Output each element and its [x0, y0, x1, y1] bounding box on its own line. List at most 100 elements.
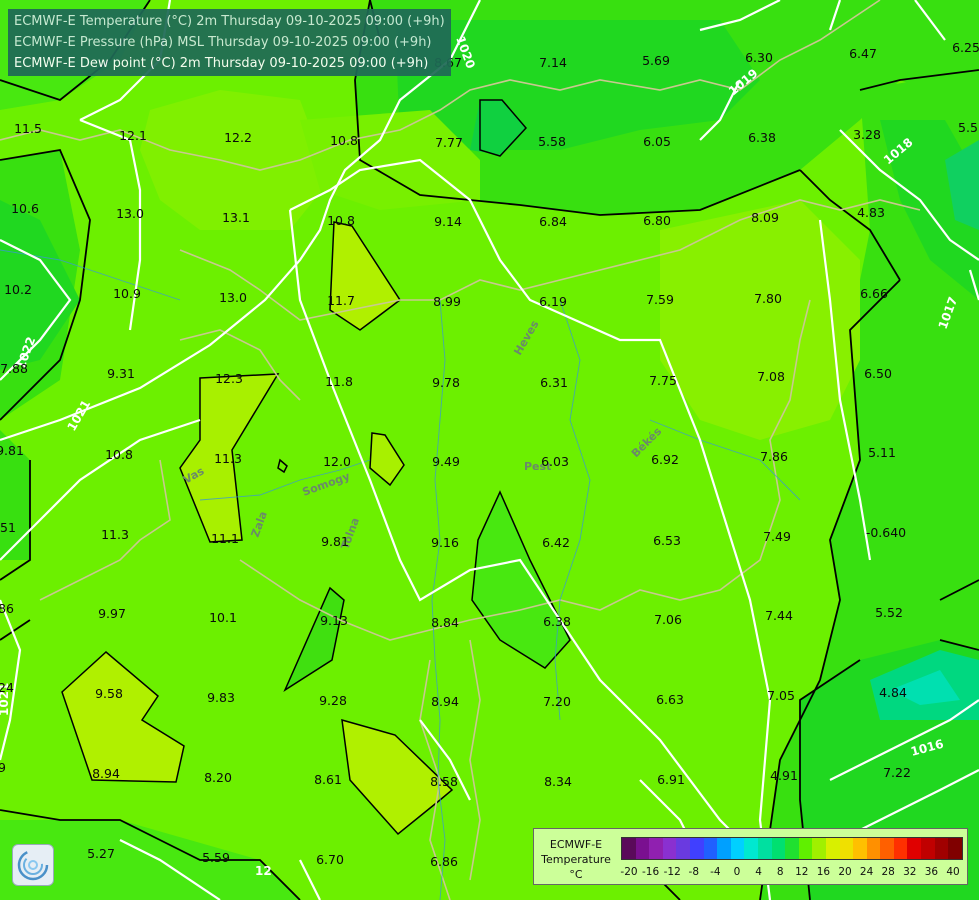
legend-tick-label: 28 [881, 866, 895, 878]
legend-tick-label: -12 [663, 866, 681, 878]
temperature-value: 11.8 [325, 374, 353, 389]
temperature-value: 86 [0, 601, 14, 616]
temperature-value: 10.2 [4, 282, 32, 297]
temperature-value: 8.61 [314, 772, 342, 787]
temperature-value: 10.8 [327, 213, 355, 228]
temperature-value: 6.38 [748, 130, 776, 145]
legend-tick-label: 40 [946, 866, 960, 878]
temperature-value: 6.19 [539, 294, 567, 309]
temperature-value: 11.7 [327, 293, 355, 308]
legend-tick-label: 32 [903, 866, 917, 878]
temperature-value: 8.84 [431, 615, 459, 630]
temperature-value: 7.08 [757, 369, 785, 384]
temperature-value: 6.70 [316, 852, 344, 867]
legend-tick-label: 24 [859, 866, 874, 878]
temperature-value: 9.14 [434, 214, 462, 229]
temperature-value: 7.59 [646, 292, 674, 307]
legend-color-swatch [785, 838, 799, 859]
legend-tick-label: -20 [620, 866, 638, 878]
legend-color-swatch [812, 838, 826, 859]
temperature-value: 6.31 [540, 375, 568, 390]
temperature-value: 8.58 [430, 774, 458, 789]
legend-tick-label: 12 [795, 866, 809, 878]
legend-color-swatch [703, 838, 718, 859]
temperature-value: 12.3 [215, 371, 243, 386]
ecmwf-logo [12, 844, 54, 886]
legend-tick-label: -16 [642, 866, 660, 878]
temperature-value: 7.86 [760, 449, 788, 464]
legend-tick-label: -8 [688, 866, 700, 878]
temperature-value: 7.49 [763, 529, 791, 544]
temperature-value: 3.28 [853, 127, 881, 142]
temperature-value: 5.69 [642, 53, 670, 68]
temperature-value: 10.8 [105, 447, 133, 462]
temperature-value: 51 [0, 520, 16, 535]
legend-color-swatch [893, 838, 908, 859]
legend-tick-label: 20 [838, 866, 852, 878]
temperature-value: 7.06 [654, 612, 682, 627]
legend-color-swatch [825, 838, 840, 859]
map-title-box: ECMWF-E Temperature (°C) 2m Thursday 09-… [8, 9, 451, 76]
temperature-value: 6.66 [860, 286, 888, 301]
temperature-value: 6.63 [656, 692, 684, 707]
legend-color-swatch [907, 838, 922, 859]
legend-tick-label: 0 [733, 866, 741, 878]
temperature-value: 7.77 [435, 135, 463, 150]
temperature-value: 12.0 [323, 454, 351, 469]
temperature-value: 5.5 [958, 120, 978, 135]
temperature-value: 9.28 [319, 693, 347, 708]
temperature-value: 9.31 [107, 366, 135, 381]
temperature-legend: ECMWF-E Temperature °C -20 -16 -12 -8 -4 0 4 8 1… [533, 828, 968, 885]
temperature-value: 11.5 [14, 121, 42, 136]
temperature-value: 11.1 [211, 531, 239, 546]
legend-color-swatch [866, 838, 881, 859]
temperature-value: 8.34 [544, 774, 572, 789]
legend-color-swatch [717, 838, 731, 859]
temperature-value: 12.1 [119, 128, 147, 143]
temperature-value: 8.94 [92, 766, 120, 781]
temperature-value: 9 [0, 760, 6, 775]
legend-color-swatch [757, 838, 772, 859]
legend-color-swatch [798, 838, 813, 859]
temperature-value: 6.05 [643, 134, 671, 149]
legend-color-swatch [635, 838, 650, 859]
temperature-value: 7.88 [0, 361, 28, 376]
temperature-value: 10.1 [209, 610, 237, 625]
temperature-value: 9.81 [0, 443, 24, 458]
legend-tick-label: 36 [924, 866, 939, 878]
legend-color-swatch [880, 838, 894, 859]
temperature-value: 5.52 [875, 605, 903, 620]
temperature-value: 11.3 [101, 527, 129, 542]
legend-tick-label: 8 [776, 866, 784, 878]
temperature-value: 4.83 [857, 205, 885, 220]
temperature-value: 4.91 [770, 768, 798, 783]
legend-tick-label: 16 [816, 866, 831, 878]
legend-color-bar [621, 837, 963, 860]
legend-color-swatch [676, 838, 690, 859]
temperature-value: 9.81 [321, 534, 349, 549]
temperature-value: 5.27 [87, 846, 115, 861]
temperature-value: 9.16 [431, 535, 459, 550]
temperature-value: 13.0 [116, 206, 144, 221]
legend-color-swatch [744, 838, 758, 859]
temperature-value: 8.20 [204, 770, 232, 785]
temperature-value: 6.91 [657, 772, 685, 787]
legend-color-swatch [730, 838, 745, 859]
legend-line-model: ECMWF-E [549, 838, 603, 851]
legend-color-swatch [921, 838, 935, 859]
temperature-value: 6.86 [430, 854, 458, 869]
temperature-value: 10.6 [11, 201, 39, 216]
legend-ticks: -20 -16 -12 -8 -4 0 4 8 12 16 20 24 28 32 36 40 [620, 866, 961, 880]
temperature-value: 5.58 [538, 134, 566, 149]
temperature-value: 7.80 [754, 291, 782, 306]
temperature-value: 6.38 [543, 614, 571, 629]
legend-color-swatch [934, 838, 949, 859]
temperature-value: 8.99 [433, 294, 461, 309]
temperature-value: 7.44 [765, 608, 793, 623]
temperature-value: 10.9 [113, 286, 141, 301]
temperature-value: 9.13 [320, 613, 348, 628]
temperature-value: 6.25 [952, 40, 979, 55]
temperature-value: 9.78 [432, 375, 460, 390]
temperature-value: 6.50 [864, 366, 892, 381]
legend-color-swatch [649, 838, 663, 859]
